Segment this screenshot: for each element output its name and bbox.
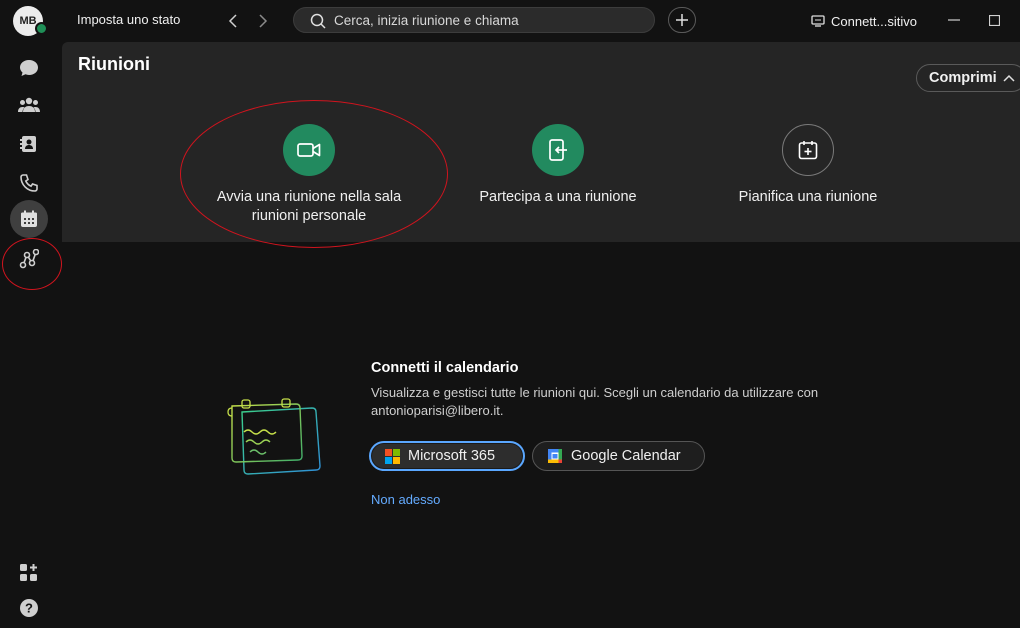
help-icon: ? bbox=[20, 599, 38, 617]
join-meeting-button[interactable]: Partecipa a una riunione bbox=[458, 124, 658, 207]
sidebar-item-messaging[interactable] bbox=[14, 53, 44, 83]
join-meeting-label: Partecipa a una riunione bbox=[479, 189, 637, 205]
set-status-button[interactable]: Imposta uno stato bbox=[77, 12, 180, 27]
start-personal-room-meeting-button[interactable]: Avvia una riunione nella sala riunioni p… bbox=[198, 124, 420, 226]
search-bar[interactable] bbox=[293, 7, 655, 33]
minimize-icon bbox=[948, 19, 960, 21]
title-bar: MB Imposta uno stato Connett...sitivo bbox=[0, 0, 1020, 42]
search-input[interactable] bbox=[334, 10, 644, 30]
start-meeting-label: Avvia una riunione nella sala riunioni p… bbox=[216, 189, 402, 224]
contact-card-icon bbox=[20, 136, 36, 152]
join-door-icon bbox=[549, 139, 567, 161]
maximize-icon bbox=[988, 14, 1000, 26]
microsoft-logo-icon bbox=[385, 448, 400, 464]
microsoft-365-label: Microsoft 365 bbox=[408, 448, 496, 464]
connect-device-label: Connett...sitivo bbox=[831, 13, 917, 29]
google-calendar-button[interactable]: Google Calendar bbox=[532, 441, 705, 471]
sidebar-item-meetings[interactable] bbox=[10, 200, 48, 238]
sidebar-item-teams[interactable] bbox=[14, 90, 44, 120]
chat-bubble-icon bbox=[20, 60, 38, 76]
collapse-button[interactable]: Comprimi bbox=[916, 64, 1020, 92]
maximize-button[interactable] bbox=[980, 8, 1008, 32]
sidebar-item-help[interactable]: ? bbox=[14, 593, 44, 623]
meeting-actions-panel: Riunioni Comprimi Avvia una riunione nel… bbox=[62, 42, 1020, 242]
minimize-button[interactable] bbox=[940, 8, 968, 32]
start-meeting-circle bbox=[283, 124, 335, 176]
back-arrow-icon[interactable] bbox=[223, 11, 243, 31]
collapse-label: Comprimi bbox=[929, 70, 997, 86]
microsoft-365-button[interactable]: Microsoft 365 bbox=[369, 441, 525, 471]
apps-grid-icon bbox=[20, 564, 37, 581]
sidebar-item-apps[interactable] bbox=[14, 558, 44, 588]
svg-text:?: ? bbox=[25, 601, 33, 616]
calendar-icon bbox=[21, 210, 37, 227]
sidebar: ? bbox=[0, 42, 62, 628]
connect-calendar-description: Visualizza e gestisci tutte le riunioni … bbox=[371, 385, 819, 418]
schedule-meeting-label: Pianifica una riunione bbox=[738, 189, 878, 205]
schedule-meeting-circle bbox=[782, 124, 834, 176]
connect-device-button[interactable]: Connett...sitivo bbox=[811, 12, 917, 30]
search-icon bbox=[310, 13, 326, 29]
add-button[interactable] bbox=[668, 7, 696, 33]
schedule-meeting-button[interactable]: Pianifica una riunione bbox=[708, 124, 908, 207]
page-title: Riunioni bbox=[78, 54, 150, 74]
forward-arrow-icon[interactable] bbox=[253, 11, 273, 31]
presence-status-icon bbox=[35, 22, 48, 35]
people-icon bbox=[18, 97, 40, 112]
device-icon bbox=[811, 15, 825, 27]
not-now-link[interactable]: Non adesso bbox=[371, 492, 440, 507]
phone-icon bbox=[20, 174, 38, 192]
plus-icon bbox=[676, 14, 688, 26]
connect-calendar-title: Connetti il calendario bbox=[371, 360, 519, 376]
sidebar-item-contacts[interactable] bbox=[14, 129, 44, 159]
connector-icon bbox=[19, 249, 39, 269]
main-content: Riunioni Comprimi Avvia una riunione nel… bbox=[62, 42, 1020, 628]
calendar-illustration bbox=[227, 398, 321, 475]
google-calendar-icon bbox=[548, 449, 562, 463]
google-calendar-label: Google Calendar bbox=[571, 448, 681, 464]
chevron-up-icon bbox=[1003, 74, 1015, 82]
join-meeting-circle bbox=[532, 124, 584, 176]
video-camera-icon bbox=[297, 143, 321, 157]
calendar-add-icon bbox=[798, 141, 818, 160]
sidebar-item-workflows[interactable] bbox=[14, 244, 44, 274]
sidebar-item-calling[interactable] bbox=[14, 168, 44, 198]
